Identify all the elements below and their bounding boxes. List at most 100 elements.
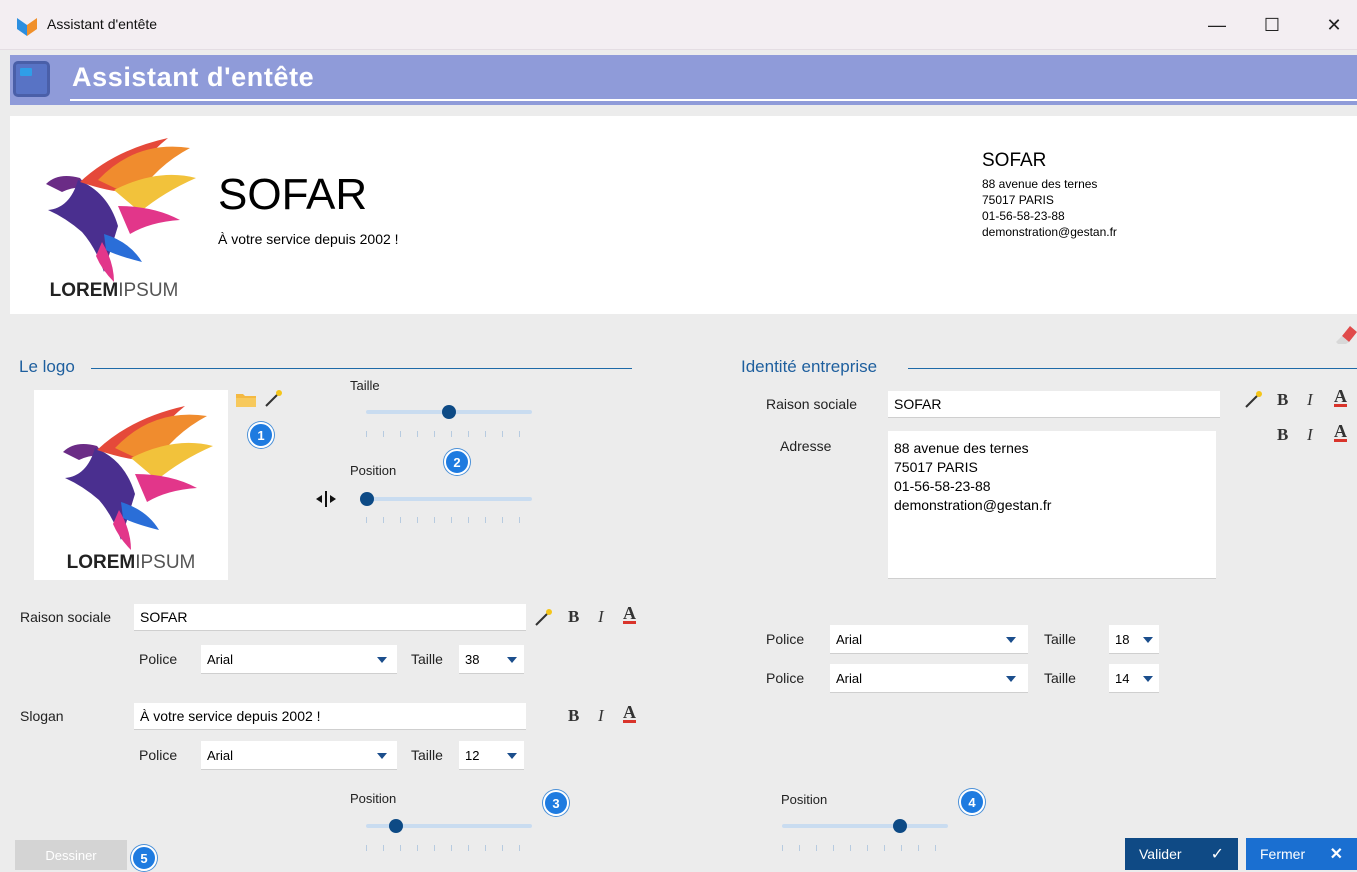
police-label: Police [766, 631, 805, 647]
raison-sociale-input[interactable]: SOFAR [134, 604, 526, 631]
preview-identity-name: SOFAR [982, 150, 1047, 171]
wizard-icon [13, 61, 50, 97]
step-badge-2: 2 [444, 449, 470, 475]
magic-wand-icon[interactable] [264, 389, 284, 407]
wizard-title: Assistant d'entête [72, 62, 315, 92]
identity-position-label: Position [781, 792, 828, 807]
bold-button[interactable]: B [568, 607, 579, 627]
magic-wand-icon[interactable] [1244, 390, 1264, 408]
text-position-slider-knob[interactable] [388, 819, 403, 833]
text-position-ticks [366, 845, 536, 851]
step-badge-4: 4 [959, 789, 985, 815]
taille-label: Taille [411, 747, 443, 763]
resize-horizontal-icon [316, 491, 336, 507]
identity-position-slider-knob[interactable] [892, 819, 907, 833]
maximize-button[interactable]: ☐ [1249, 10, 1295, 40]
bird-logo-icon [46, 138, 196, 282]
valider-button[interactable]: Valider ✓ [1125, 838, 1238, 870]
chevron-down-icon [1143, 676, 1153, 682]
chevron-down-icon [377, 753, 387, 759]
preview-address-line: 01-56-58-23-88 [982, 209, 1065, 223]
police-label: Police [139, 747, 178, 763]
app-logo-icon [17, 18, 37, 36]
text-position-slider[interactable] [366, 819, 532, 833]
logo-image-text: LOREMIPSUM [66, 552, 196, 573]
identity-raison-input[interactable]: SOFAR [888, 391, 1220, 418]
step-badge-1: 1 [248, 422, 274, 448]
police-label: Police [766, 670, 805, 686]
wizard-header: Assistant d'entête [10, 55, 1357, 105]
italic-button[interactable]: I [598, 607, 604, 627]
italic-button[interactable]: I [1307, 390, 1313, 410]
logo-section-title: Le logo [19, 357, 75, 376]
chevron-down-icon [1143, 637, 1153, 643]
magic-wand-icon[interactable] [534, 608, 554, 626]
text-position-label: Position [350, 791, 397, 806]
chevron-down-icon [1006, 676, 1016, 682]
preview-logo-text: LOREMIPSUM [49, 280, 179, 301]
bold-button[interactable]: B [1277, 390, 1288, 410]
identity-name-font-select[interactable]: Arial [830, 625, 1028, 654]
bold-button[interactable]: B [1277, 425, 1288, 445]
step-badge-3: 3 [543, 790, 569, 816]
logo-section-divider [91, 368, 632, 369]
font-color-button[interactable]: A [1334, 421, 1347, 442]
slogan-input[interactable]: À votre service depuis 2002 ! [134, 703, 526, 730]
chevron-down-icon [1006, 637, 1016, 643]
preview-address-line: 88 avenue des ternes [982, 177, 1098, 191]
font-color-button[interactable]: A [623, 603, 636, 624]
preview-logo: LOREMIPSUM [18, 122, 210, 310]
identity-position-slider[interactable] [782, 819, 948, 833]
italic-button[interactable]: I [598, 706, 604, 726]
header-underline [70, 99, 1357, 101]
font-color-button[interactable]: A [623, 702, 636, 723]
window-titlebar: Assistant d'entête — ☐ ✕ [0, 0, 1357, 50]
fermer-button[interactable]: Fermer ✕ [1246, 838, 1357, 870]
checkmark-icon: ✓ [1210, 846, 1224, 863]
logo-image[interactable]: LOREMIPSUM [34, 390, 228, 580]
font-color-button[interactable]: A [1334, 386, 1347, 407]
eraser-icon[interactable] [1336, 322, 1357, 344]
identity-name-size-select[interactable]: 18 [1109, 625, 1159, 654]
logo-position-label: Position [350, 463, 397, 478]
folder-icon[interactable] [236, 391, 256, 407]
preview-company-name: SOFAR [218, 170, 368, 219]
logo-size-label: Taille [350, 378, 380, 393]
close-window-button[interactable]: ✕ [1311, 10, 1357, 40]
preview-slogan: À votre service depuis 2002 ! [218, 231, 399, 247]
raison-font-select[interactable]: Arial [201, 645, 397, 674]
window-title: Assistant d'entête [47, 16, 158, 32]
header-preview: LOREMIPSUM SOFAR À votre service depuis … [10, 116, 1357, 314]
slogan-font-select[interactable]: Arial [201, 741, 397, 770]
taille-label: Taille [1044, 670, 1076, 686]
logo-size-ticks [366, 431, 536, 437]
close-icon: ✕ [1329, 846, 1343, 863]
chevron-down-icon [377, 657, 387, 663]
italic-button[interactable]: I [1307, 425, 1313, 445]
dessiner-button[interactable]: Dessiner [15, 840, 127, 870]
chevron-down-icon [507, 753, 517, 759]
slogan-size-select[interactable]: 12 [459, 741, 524, 770]
identity-address-size-select[interactable]: 14 [1109, 664, 1159, 693]
logo-position-slider-knob[interactable] [360, 492, 374, 506]
preview-address-line: 75017 PARIS [982, 193, 1054, 207]
step-badge-5: 5 [131, 845, 157, 871]
police-label: Police [139, 651, 178, 667]
adresse-textarea[interactable]: 88 avenue des ternes 75017 PARIS 01-56-5… [888, 431, 1216, 579]
minimize-button[interactable]: — [1194, 10, 1240, 40]
identity-position-ticks [782, 845, 952, 851]
taille-label: Taille [411, 651, 443, 667]
slogan-label: Slogan [20, 708, 64, 724]
logo-position-slider[interactable] [360, 492, 532, 506]
logo-size-slider-knob[interactable] [442, 405, 456, 419]
identity-address-font-select[interactable]: Arial [830, 664, 1028, 693]
taille-label: Taille [1044, 631, 1076, 647]
identity-section-title: Identité entreprise [741, 357, 878, 376]
raison-sociale-label: Raison sociale [20, 609, 112, 625]
logo-size-slider[interactable] [366, 405, 532, 419]
bird-logo-icon [63, 406, 213, 550]
bold-button[interactable]: B [568, 706, 579, 726]
logo-position-ticks [366, 517, 536, 523]
preview-address-line: demonstration@gestan.fr [982, 225, 1117, 239]
raison-size-select[interactable]: 38 [459, 645, 524, 674]
